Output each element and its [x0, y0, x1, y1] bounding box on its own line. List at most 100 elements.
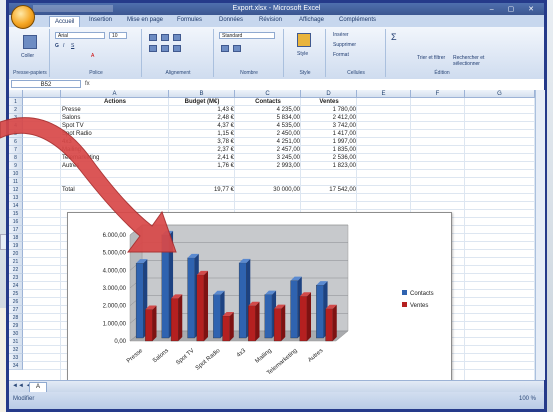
row-header-13[interactable]: 13 — [9, 194, 23, 202]
header-cell[interactable]: Actions — [61, 98, 169, 106]
font-color-icon[interactable]: A — [91, 53, 94, 59]
table-cell[interactable]: 4,37 € — [169, 122, 235, 130]
table-cell[interactable]: Mailing — [61, 146, 169, 154]
table-cell[interactable]: 1 780,00 — [301, 106, 357, 114]
table-cell[interactable]: 2,48 € — [169, 114, 235, 122]
tab-mise-en-page[interactable]: Mise en page — [127, 17, 163, 23]
table-cell[interactable]: 30 000,00 — [235, 186, 301, 194]
chart-area[interactable]: 0,00 1.000,00 2.000,00 3.000,00 4.000,00 5.00… — [67, 212, 452, 383]
row-header-32[interactable]: 32 — [9, 346, 23, 354]
tab-accueil[interactable]: Accueil — [49, 16, 81, 27]
table-cell[interactable]: 5 834,00 — [235, 114, 301, 122]
column-header-f[interactable]: F — [411, 90, 465, 98]
table-cell[interactable]: 17 542,00 — [301, 186, 357, 194]
row-header-22[interactable]: 22 — [9, 266, 23, 274]
column-header-g[interactable]: G — [465, 90, 535, 98]
table-cell[interactable]: 1,76 € — [169, 162, 235, 170]
table-cell[interactable]: Autres — [61, 162, 169, 170]
table-cell[interactable]: 4 251,00 — [235, 138, 301, 146]
table-cell[interactable]: 2 450,00 — [235, 130, 301, 138]
table-cell[interactable]: 1,15 € — [169, 130, 235, 138]
row-header-5[interactable]: 5 — [9, 130, 23, 138]
row-header-19[interactable]: 19 — [9, 242, 23, 250]
row-header-2[interactable]: 2 — [9, 106, 23, 114]
header-cell[interactable]: Contacts — [235, 98, 301, 106]
table-cell[interactable]: 1 823,00 — [301, 162, 357, 170]
row-header-27[interactable]: 27 — [9, 306, 23, 314]
row-header-8[interactable]: 8 — [9, 154, 23, 162]
table-cell[interactable]: 1 835,00 — [301, 146, 357, 154]
table-cell[interactable]: 3,78 € — [169, 138, 235, 146]
align-top-icon[interactable] — [149, 34, 157, 41]
row-header-29[interactable]: 29 — [9, 322, 23, 330]
table-cell[interactable]: 2 536,00 — [301, 154, 357, 162]
fx-icon[interactable]: fx — [85, 80, 135, 88]
row-header-21[interactable]: 21 — [9, 258, 23, 266]
table-cell[interactable]: 3 742,00 — [301, 122, 357, 130]
find-select-button[interactable]: Rechercher et sélectionner — [453, 55, 493, 67]
row-header-10[interactable]: 10 — [9, 170, 23, 178]
row-header-4[interactable]: 4 — [9, 122, 23, 130]
row-header-26[interactable]: 26 — [9, 298, 23, 306]
font-name-combo[interactable]: Arial — [55, 32, 105, 39]
column-header-c[interactable]: C — [235, 90, 301, 98]
align-middle-icon[interactable] — [161, 34, 169, 41]
insert-button[interactable]: Insérer — [333, 32, 349, 38]
table-cell[interactable]: Salons — [61, 114, 169, 122]
delete-button[interactable]: Supprimer — [333, 42, 356, 48]
column-header-e[interactable]: E — [357, 90, 411, 98]
table-cell[interactable]: Spot Radio — [61, 130, 169, 138]
vertical-scrollbar[interactable] — [535, 90, 545, 380]
italic-icon[interactable]: I — [63, 43, 64, 49]
tab-affichage[interactable]: Affichage — [299, 17, 324, 23]
sort-filter-button[interactable]: Trier et filtrer — [417, 55, 447, 61]
row-header-16[interactable]: 16 — [9, 218, 23, 226]
row-header-28[interactable]: 28 — [9, 314, 23, 322]
row-header-14[interactable]: 14 — [9, 202, 23, 210]
align-left-icon[interactable] — [149, 45, 157, 52]
row-header-6[interactable]: 6 — [9, 138, 23, 146]
column-header-d[interactable]: D — [301, 90, 357, 98]
align-right-icon[interactable] — [173, 45, 181, 52]
tab-formules[interactable]: Formules — [177, 17, 202, 23]
table-cell[interactable]: Presse — [61, 106, 169, 114]
row-header-15[interactable]: 15 — [9, 210, 23, 218]
row-header-17[interactable]: 17 — [9, 226, 23, 234]
header-cell[interactable]: Budget (M€) — [169, 98, 235, 106]
row-header-34[interactable]: 34 — [9, 362, 23, 370]
paste-icon[interactable] — [23, 35, 37, 49]
autosum-icon[interactable]: Σ — [391, 32, 397, 42]
tab-complements[interactable]: Compléments — [339, 17, 376, 23]
row-header-9[interactable]: 9 — [9, 162, 23, 170]
style-icon[interactable] — [297, 33, 311, 47]
header-cell[interactable]: Ventes — [301, 98, 357, 106]
column-header[interactable] — [23, 90, 61, 98]
quick-access-toolbar[interactable] — [33, 5, 113, 12]
row-header-11[interactable]: 11 — [9, 178, 23, 186]
select-all-corner[interactable] — [9, 90, 23, 98]
thousands-icon[interactable] — [233, 45, 241, 52]
row-header-31[interactable]: 31 — [9, 338, 23, 346]
row-header-30[interactable]: 30 — [9, 330, 23, 338]
row-header-20[interactable]: 20 — [9, 250, 23, 258]
tab-insertion[interactable]: Insertion — [89, 17, 112, 23]
table-cell[interactable]: 2 457,00 — [235, 146, 301, 154]
table-cell[interactable]: 19,77 € — [169, 186, 235, 194]
row-header-18[interactable]: 18 — [9, 234, 23, 242]
row-header-24[interactable]: 24 — [9, 282, 23, 290]
table-cell[interactable]: 1 997,00 — [301, 138, 357, 146]
table-cell[interactable]: 1,43 € — [169, 106, 235, 114]
bold-icon[interactable]: G — [55, 43, 59, 49]
tab-donnees[interactable]: Données — [219, 17, 243, 23]
zoom-level[interactable]: 100 % — [519, 396, 536, 402]
table-cell[interactable]: 4 235,00 — [235, 106, 301, 114]
table-cell[interactable]: 4x3 — [61, 138, 169, 146]
percent-icon[interactable] — [221, 45, 229, 52]
table-cell[interactable]: Spot TV — [61, 122, 169, 130]
table-cell[interactable]: 3 245,00 — [235, 154, 301, 162]
row-header-25[interactable]: 25 — [9, 290, 23, 298]
table-cell[interactable]: 2,41 € — [169, 154, 235, 162]
row-header-33[interactable]: 33 — [9, 354, 23, 362]
table-cell[interactable]: 4 535,00 — [235, 122, 301, 130]
row-header-3[interactable]: 3 — [9, 114, 23, 122]
